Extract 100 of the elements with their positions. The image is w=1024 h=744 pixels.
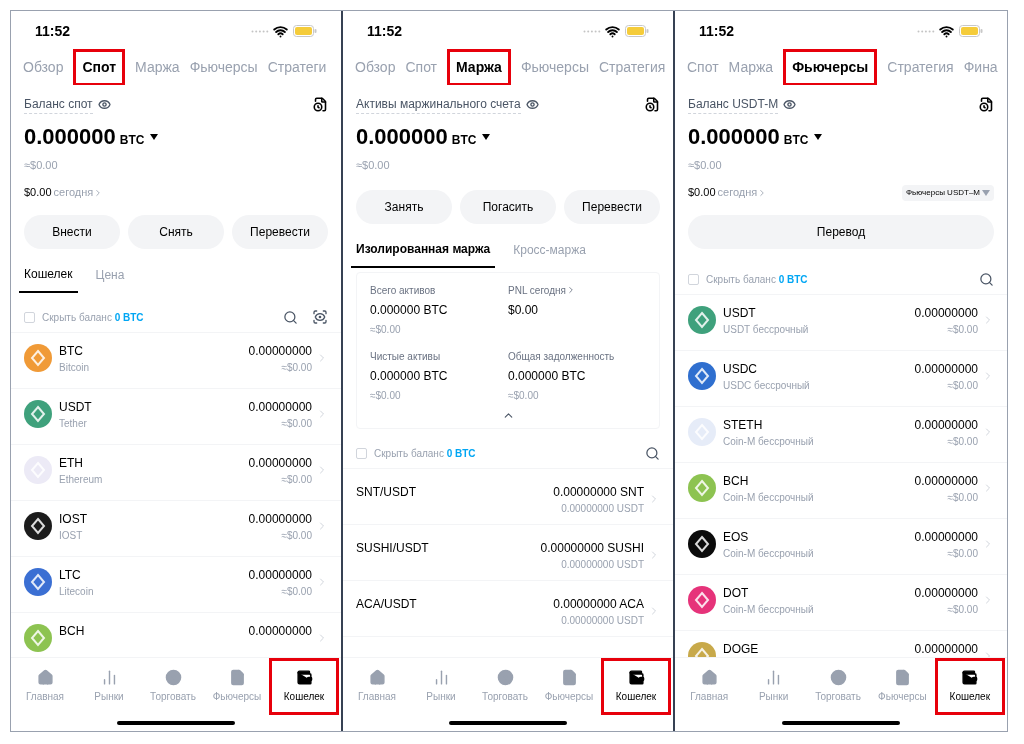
nav-tab[interactable]: Кошелек [601,658,671,715]
document-icon [228,669,246,686]
nav-tab[interactable]: Кошелек [269,658,339,715]
account-tab[interactable]: Спот [73,49,126,85]
coin-name: IOST [59,529,84,542]
hide-balance-checkbox[interactable] [24,311,35,323]
hide-balance-checkbox[interactable] [688,273,699,285]
caret-down-icon [982,189,990,196]
asset-row[interactable]: EOS Coin-M бессрочный 0.00000000 ≈$0.00 [675,518,1007,575]
account-tab[interactable]: Маржа [447,49,511,85]
coin-symbol: BTC [59,343,84,358]
coin-amount: 0.00000000 [914,585,978,600]
hide-balance-label: Скрыть баланс 0 BTC [374,446,476,461]
wallet-icon [295,669,313,686]
stat-usd: ≈$0.00 [370,322,402,337]
wallet-icon [961,669,979,686]
today-pnl[interactable]: $0.00 сегодня [688,184,768,201]
asset-row[interactable]: BCH Coin-M бессрочный 0.00000000 ≈$0.00 [675,462,1007,519]
coin-amount: 0.00000000 [248,511,312,526]
asset-row[interactable]: BTC Bitcoin 0.00000000 ≈$0.00 [11,332,341,389]
balance-amount: 0.000000 [356,123,448,151]
usd-value: ≈$0.00 [947,603,978,616]
coin-symbol: DOGE [723,641,759,656]
coin-symbol: USDT [59,399,92,414]
coin-name: Coin-M бессрочный [723,491,814,504]
wifi-icon [939,23,954,39]
asset-row[interactable]: IOST IOST 0.00000000 ≈$0.00 [11,500,341,557]
action-button[interactable]: Погасить [460,189,556,224]
action-button[interactable]: Перевести [232,214,328,249]
coin-amount: 0.00000000 [914,473,978,488]
signal-dots-icon [583,29,601,33]
pair-row[interactable]: ACA/USDT 0.00000000 ACA 0.00000000 USDT [343,580,673,637]
asset-row[interactable]: USDT USDT бессрочный 0.00000000 ≈$0.00 [675,294,1007,351]
history-icon[interactable] [313,97,328,112]
coin-amount: 0.00000000 [248,623,312,638]
balance-label: Активы маржинального счета [356,95,521,114]
document-icon [893,669,911,686]
search-icon[interactable] [979,271,994,287]
search-icon[interactable] [645,445,660,461]
usd-value: ≈$0.00 [281,473,312,486]
coin-amount: 0.00000000 [248,399,312,414]
document-icon [560,669,578,686]
asset-row[interactable]: LTC Litecoin 0.00000000 ≈$0.00 [11,556,341,613]
history-icon[interactable] [645,97,660,112]
coin-name: USDT бессрочный [723,323,809,336]
eye-icon[interactable] [525,98,539,111]
scan-eye-icon[interactable] [312,309,328,325]
action-button[interactable]: Внести [24,214,120,249]
search-icon[interactable] [283,309,298,325]
coin-symbol: LTC [59,567,82,582]
balance-unit: BTC [119,132,145,149]
history-icon[interactable] [979,97,994,112]
balance-usd: ≈$0.00 [355,158,391,173]
asset-row[interactable]: DOT Coin-M бессрочный 0.00000000 ≈$0.00 [675,574,1007,631]
wallet-icon [627,669,645,686]
stat-value: 0.000000 BTC [370,301,449,319]
pair-usdt-amount: 0.00000000 USDT [561,614,644,627]
stat-label: Всего активов [370,283,437,298]
coin-amount: 0.00000000 [248,567,312,582]
asset-row[interactable]: ETH Ethereum 0.00000000 ≈$0.00 [11,444,341,501]
stat-label: Чистые активы [370,349,442,364]
hide-balance-checkbox[interactable] [356,447,367,459]
pair-row[interactable]: SUSHI/USDT 0.00000000 SUSHI 0.00000000 USDT [343,524,673,581]
pair-row[interactable]: SNT/USDT 0.00000000 SNT 0.00000000 USDT [343,468,673,525]
action-button[interactable]: Занять [356,189,452,224]
pair-name: ACA/USDT [356,596,417,611]
usd-value: ≈$0.00 [281,361,312,374]
coin-symbol: BCH [59,623,85,638]
asset-row[interactable]: BCH 0.00000000 [11,612,341,657]
asset-row[interactable]: STETH Coin-M бессрочный 0.00000000 ≈$0.00 [675,406,1007,463]
battery-icon [625,25,649,37]
status-time: 11:52 [35,21,71,41]
coin-amount: 0.00000000 [914,361,978,376]
usd-value: ≈$0.00 [947,435,978,448]
coin-symbol: EOS [723,529,750,544]
coin-symbol: DOT [723,585,750,600]
coin-symbol: ETH [59,455,84,470]
wifi-icon [273,23,288,39]
today-pnl[interactable]: $0.00 сегодня [24,184,104,201]
action-button[interactable]: Снять [128,214,224,249]
asset-row[interactable]: USDT Tether 0.00000000 ≈$0.00 [11,388,341,445]
nav-tab[interactable]: Кошелек [934,658,1006,715]
asset-row[interactable]: USDC USDC бессрочный 0.00000000 ≈$0.00 [675,350,1007,407]
signal-dots-icon [917,29,935,33]
eye-icon[interactable] [97,98,111,111]
action-button[interactable]: Перевод [688,214,994,249]
account-tab[interactable]: Фьючерсы [783,49,878,85]
balance-amount: 0.000000 [688,123,780,151]
stat-usd: ≈$0.00 [508,388,540,403]
usd-value: ≈$0.00 [281,585,312,598]
eye-icon[interactable] [783,98,797,111]
usd-value: ≈$0.00 [281,417,312,430]
stat-label[interactable]: PNL сегодня [508,282,646,298]
stat-value: $0.00 [508,301,540,319]
futures-selector[interactable]: Фьючерсы USDT–M [902,184,994,201]
home-icon [700,669,718,686]
battery-icon [293,25,317,37]
wallet-subtab[interactable]: Изолированная маржа [351,239,496,268]
wallet-subtab[interactable]: Кошелек [19,264,78,293]
action-button[interactable]: Перевести [564,189,660,224]
